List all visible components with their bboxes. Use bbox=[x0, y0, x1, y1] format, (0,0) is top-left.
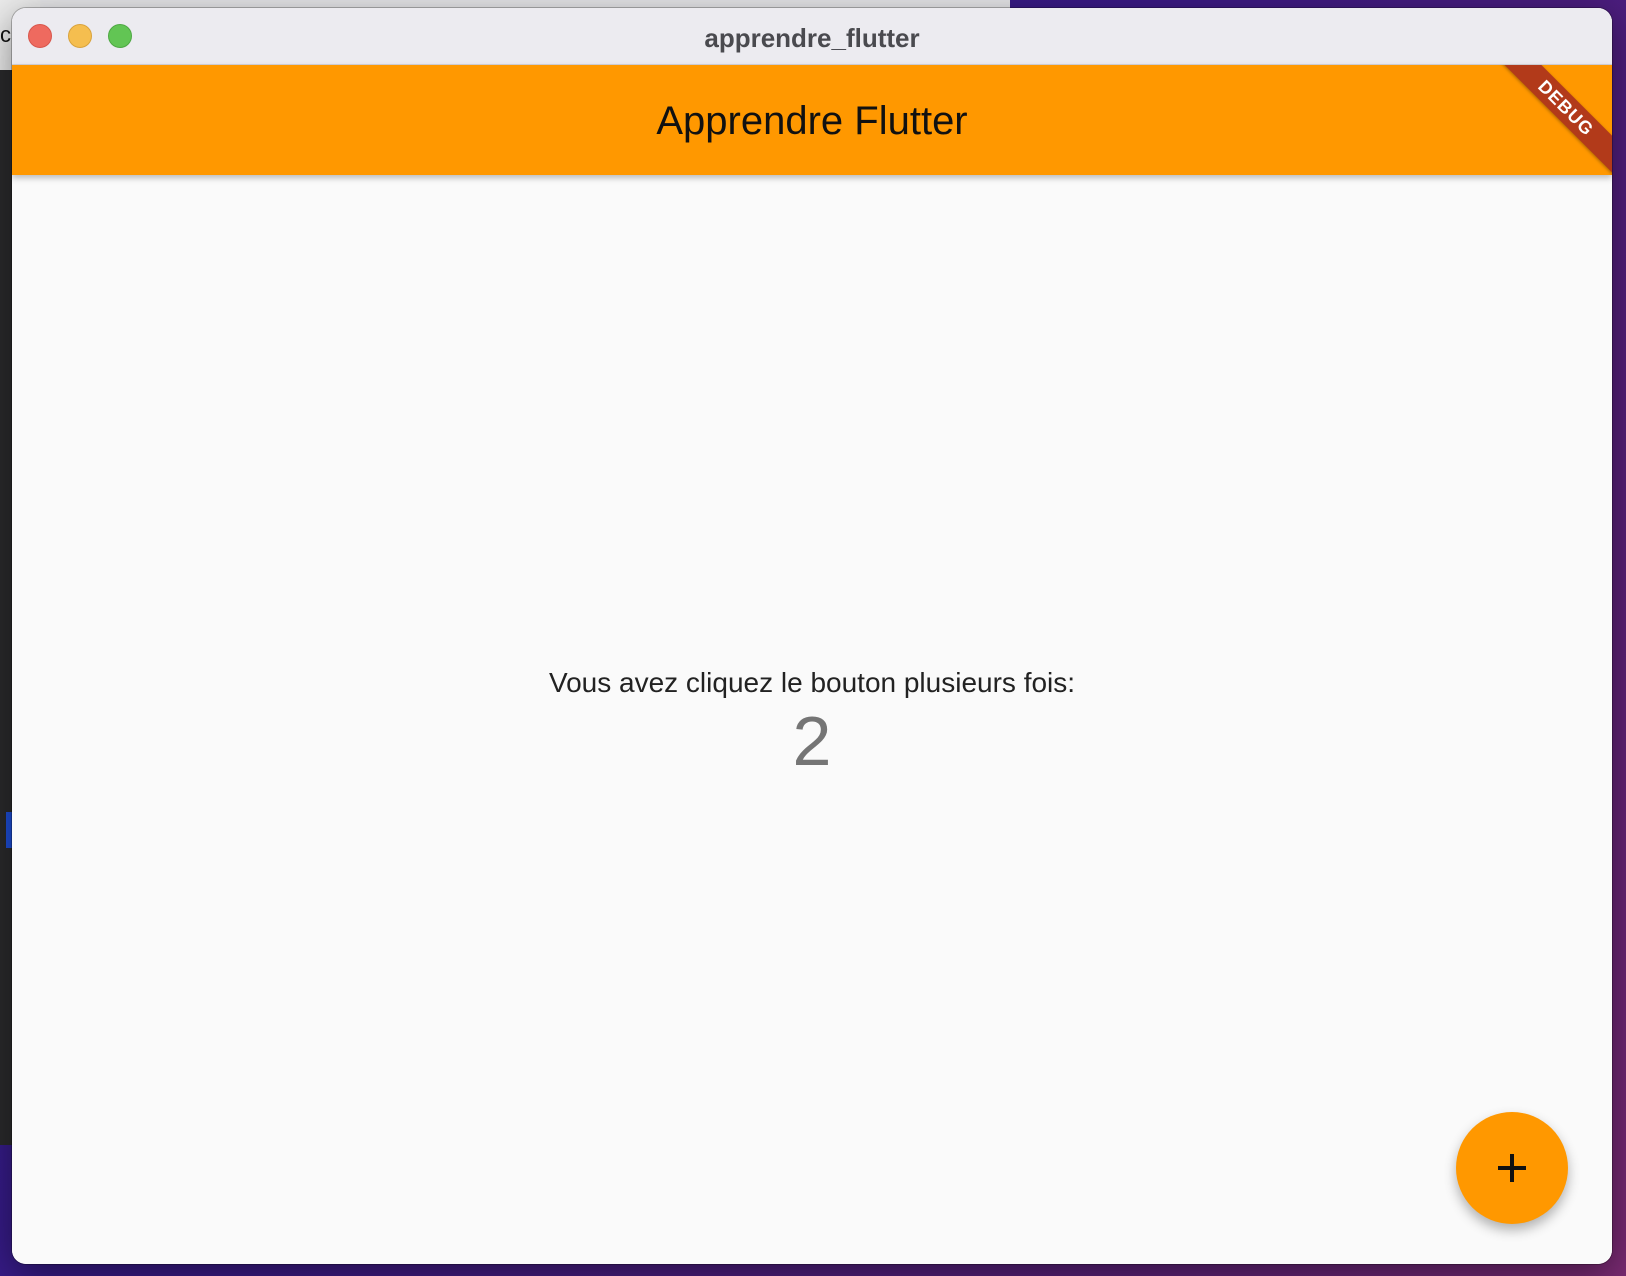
app-bar: Apprendre Flutter bbox=[12, 65, 1612, 175]
app-window: apprendre_flutter Apprendre Flutter DEBU… bbox=[12, 8, 1612, 1264]
main-content: Vous avez cliquez le bouton plusieurs fo… bbox=[12, 175, 1612, 1264]
debug-banner: DEBUG bbox=[1486, 65, 1612, 175]
background-window-text: c bbox=[0, 22, 11, 47]
window-titlebar[interactable]: apprendre_flutter bbox=[12, 8, 1612, 65]
page-title: Apprendre Flutter bbox=[656, 99, 968, 143]
window-title: apprendre_flutter bbox=[704, 23, 920, 53]
counter-label: Vous avez cliquez le bouton plusieurs fo… bbox=[548, 667, 1076, 698]
increment-button[interactable] bbox=[1456, 1112, 1568, 1224]
counter-value: 2 bbox=[792, 702, 832, 780]
debug-banner-container: DEBUG bbox=[1482, 65, 1612, 175]
